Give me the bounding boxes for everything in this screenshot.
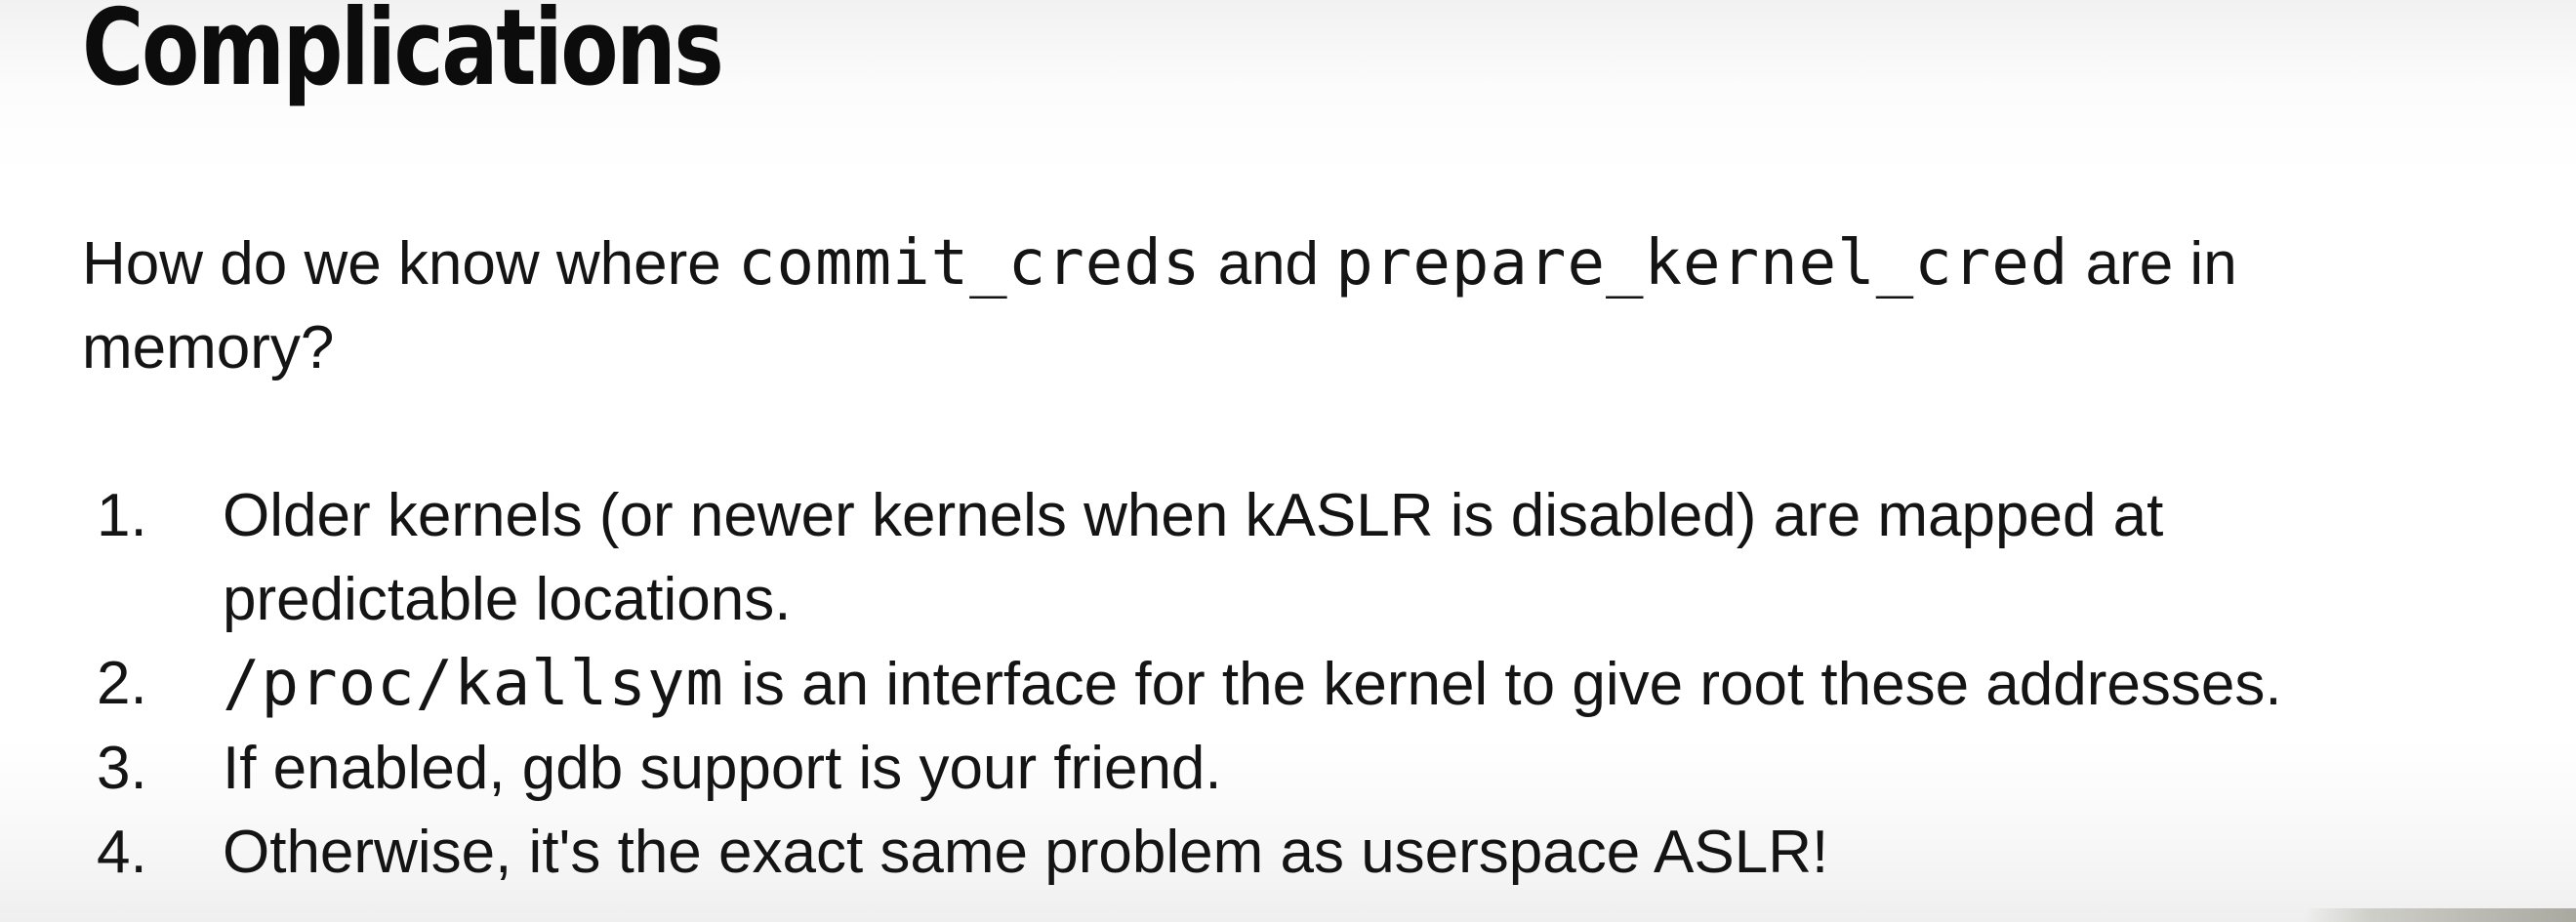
slide: Complications How do we know where commi… — [0, 0, 2576, 922]
list-number-2: 2. — [97, 650, 147, 717]
list-item-2: 2. /proc/kallsym is an interface for the… — [82, 642, 2571, 727]
list-number-4: 4. — [97, 819, 147, 886]
complications-list: 1. Older kernels (or newer kernels when … — [82, 474, 2571, 895]
list-text-1: Older kernels (or newer kernels when kAS… — [223, 474, 2565, 642]
list-item-1: 1. Older kernels (or newer kernels when … — [82, 474, 2571, 642]
corner-overlay — [2303, 908, 2576, 922]
list-text-4: Otherwise, it's the exact same problem a… — [223, 819, 1829, 886]
list-text-1-line2: predictable locations. — [223, 566, 792, 633]
intro-text-line2: memory? — [82, 314, 335, 381]
list-text-3: If enabled, gdb support is your friend. — [223, 735, 1222, 802]
code-prepare-kernel-cred: prepare_kernel_cred — [1335, 227, 2069, 300]
list-item-4: 4. Otherwise, it's the exact same proble… — [82, 811, 2571, 895]
intro-text-before: How do we know where — [82, 230, 738, 298]
list-text-2-rest: is an interface for the kernel to give r… — [723, 651, 2282, 718]
code-commit-creds: commit_creds — [737, 227, 1202, 300]
intro-text-after: are in — [2068, 230, 2237, 298]
intro-text-between: and — [1201, 230, 1336, 298]
list-text-2: /proc/kallsym is an interface for the ke… — [223, 642, 2565, 727]
list-number-1: 1. — [97, 482, 147, 549]
list-item-3: 3. If enabled, gdb support is your frien… — [82, 727, 2571, 811]
list-number-3: 3. — [97, 735, 147, 802]
code-proc-kallsym: /proc/kallsym — [223, 648, 724, 720]
intro-paragraph: How do we know where commit_creds and pr… — [82, 221, 2503, 390]
slide-title: Complications — [82, 0, 724, 109]
list-text-1-line1: Older kernels (or newer kernels when kAS… — [223, 482, 2164, 549]
